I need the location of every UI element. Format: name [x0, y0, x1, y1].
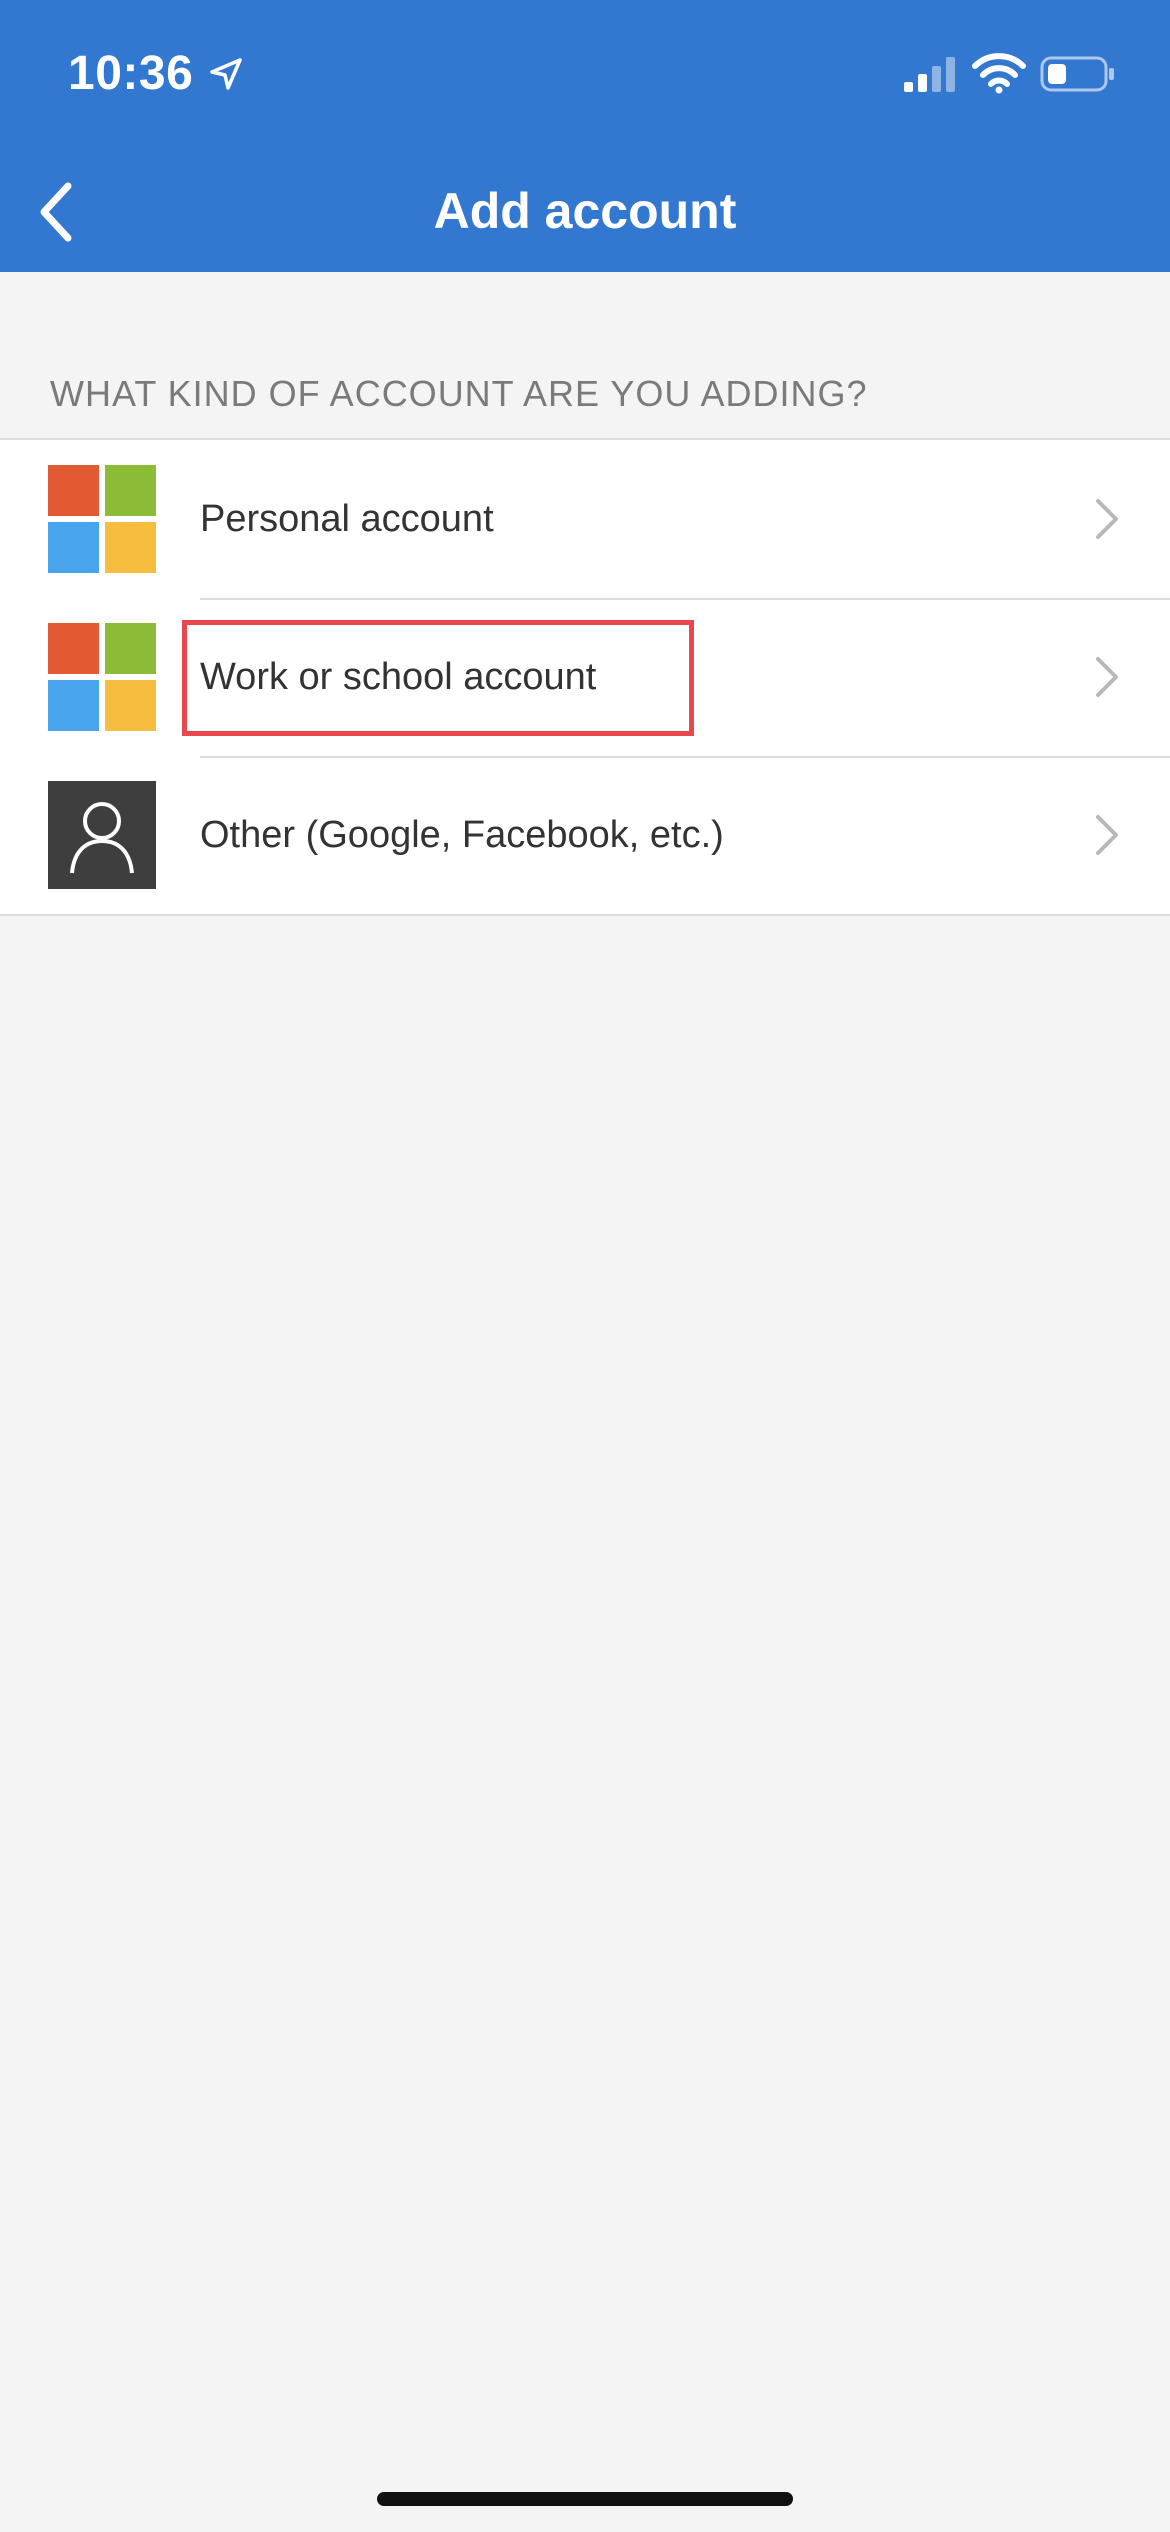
section-header: WHAT KIND OF ACCOUNT ARE YOU ADDING? [50, 373, 868, 414]
app-header: 10:36 Add account [0, 0, 1170, 272]
chevron-right-icon [1096, 499, 1118, 539]
back-button[interactable] [12, 168, 100, 256]
work-or-school-account-label: Work or school account [200, 656, 597, 698]
account-type-list: Personal account Work or school account [0, 438, 1170, 916]
location-arrow-icon [210, 58, 242, 90]
personal-account-label: Personal account [200, 498, 494, 540]
microsoft-logo-icon [48, 465, 156, 573]
chevron-right-icon [1096, 657, 1118, 697]
home-indicator[interactable] [377, 2492, 793, 2506]
personal-account-item[interactable]: Personal account [0, 440, 1170, 598]
status-bar: 10:36 [0, 0, 1170, 150]
status-time: 10:36 [68, 47, 194, 100]
microsoft-logo-icon [48, 623, 156, 731]
add-account-screen: 10:36 Add account WHAT KIND OF ACCOUNT A… [0, 0, 1170, 2532]
wifi-icon [972, 53, 1026, 94]
page-title: Add account [433, 183, 737, 239]
person-icon [48, 781, 156, 889]
cellular-signal-icon [904, 57, 955, 92]
other-account-label: Other (Google, Facebook, etc.) [200, 814, 724, 856]
chevron-right-icon [1096, 815, 1118, 855]
work-or-school-account-item[interactable]: Work or school account [0, 598, 1170, 756]
navigation-bar: Add account [0, 150, 1170, 272]
chevron-left-icon [40, 182, 72, 242]
other-account-item[interactable]: Other (Google, Facebook, etc.) [0, 756, 1170, 914]
battery-icon [1040, 56, 1114, 92]
